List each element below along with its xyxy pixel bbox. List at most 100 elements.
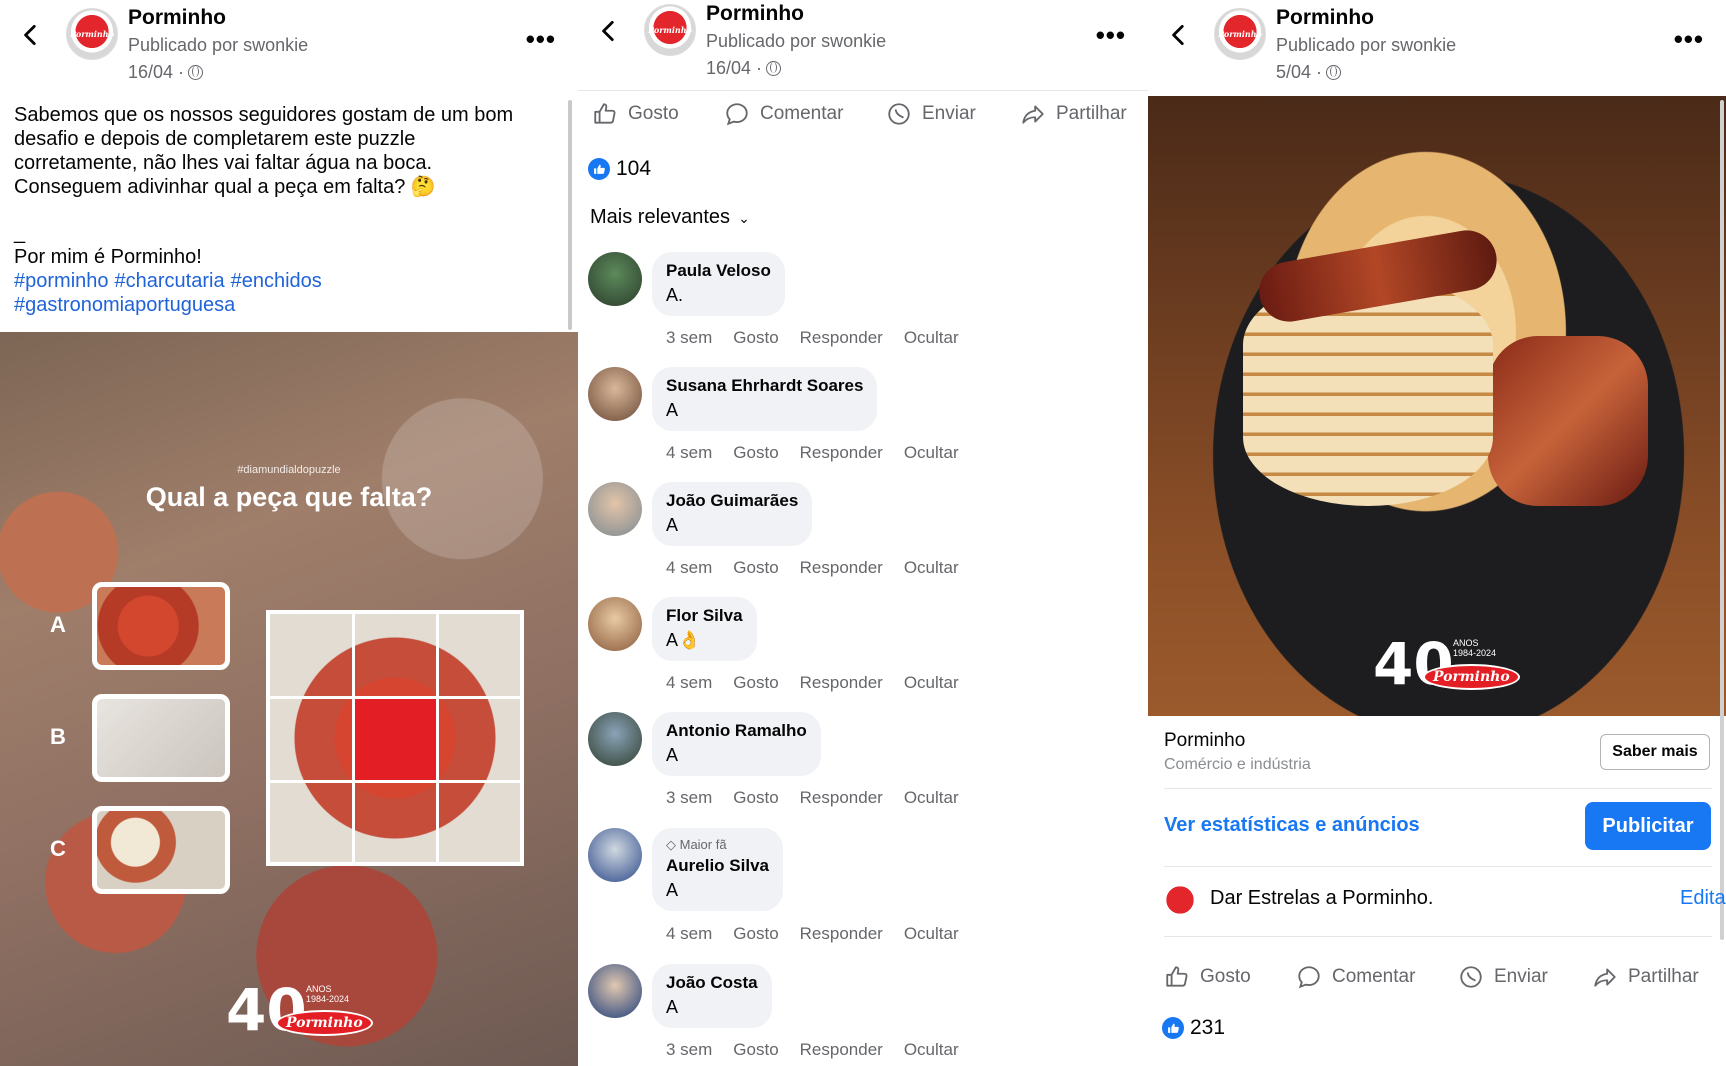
like-count[interactable]: 231 (1162, 1016, 1225, 1040)
share-button[interactable]: Partilhar (1020, 101, 1127, 127)
comment-reply-button[interactable]: Responder (800, 328, 883, 348)
comment-like-button[interactable]: Gosto (733, 788, 778, 808)
comment-like-button[interactable]: Gosto (733, 924, 778, 944)
comment-author[interactable]: João Costa (666, 973, 758, 993)
comment-hide-button[interactable]: Ocultar (904, 924, 959, 944)
comment-like-button[interactable]: Gosto (733, 443, 778, 463)
comment-meta: 3 sem Gosto Responder Ocultar (666, 788, 959, 808)
comment-hide-button[interactable]: Ocultar (904, 1040, 959, 1060)
page-name[interactable]: Porminho (1276, 6, 1374, 30)
page-name[interactable]: Porminho (706, 2, 804, 26)
comment-author[interactable]: Antonio Ramalho (666, 721, 807, 741)
page-avatar[interactable]: Porminho (1214, 8, 1266, 60)
comment-like-button[interactable]: Gosto (733, 558, 778, 578)
comment-meta: 4 sem Gosto Responder Ocultar (666, 443, 959, 463)
send-button[interactable]: Enviar (886, 101, 1020, 127)
comment-like-button[interactable]: Gosto (733, 673, 778, 693)
more-options-icon[interactable]: ••• (1096, 20, 1126, 51)
comment-time: 4 sem (666, 443, 713, 462)
hashtag-link[interactable]: #gastronomiaportuguesa (14, 294, 235, 316)
comment-hide-button[interactable]: Ocultar (904, 558, 959, 578)
post-image-pancakes[interactable]: 40 ANOS 1984-2024 Porminho (1148, 96, 1726, 716)
avatar[interactable] (588, 964, 642, 1018)
comment-author[interactable]: Aurelio Silva (666, 856, 769, 876)
comment-reply-button[interactable]: Responder (800, 673, 883, 693)
hashtag-link[interactable]: #charcutaria (115, 270, 225, 292)
comment-reply-button[interactable]: Responder (800, 443, 883, 463)
avatar[interactable] (588, 597, 642, 651)
published-by: Publicado por swonkie (128, 35, 309, 55)
page-avatar[interactable]: Porminho (66, 8, 118, 60)
globe-icon (188, 65, 204, 80)
comment-meta: 3 sem Gosto Responder Ocultar (666, 1040, 959, 1060)
puzzle-piece-b (92, 694, 230, 782)
post-caption: Sabemos que os nossos seguidores gostam … (14, 103, 559, 317)
comment-hide-button[interactable]: Ocultar (904, 788, 959, 808)
comment-button[interactable]: Comentar (1296, 964, 1458, 990)
avatar[interactable] (588, 712, 642, 766)
send-button[interactable]: Enviar (1458, 964, 1592, 990)
ad-page-name[interactable]: Porminho (1164, 730, 1245, 752)
avatar[interactable] (588, 828, 642, 882)
view-insights-link[interactable]: Ver estatísticas e anúncios (1164, 814, 1420, 837)
avatar[interactable] (588, 252, 642, 306)
comment-reply-button[interactable]: Responder (800, 1040, 883, 1060)
comment-time: 3 sem (666, 788, 713, 807)
comment-time: 4 sem (666, 673, 713, 692)
share-icon (1020, 101, 1046, 127)
thumbs-up-icon (592, 101, 618, 127)
comment-hide-button[interactable]: Ocultar (904, 443, 959, 463)
image-hashtag: #diamundialdopuzzle (237, 464, 341, 476)
page-avatar[interactable]: Porminho (644, 4, 696, 56)
comment-hide-button[interactable]: Ocultar (904, 328, 959, 348)
like-count[interactable]: 104 (588, 157, 651, 181)
comment-reply-button[interactable]: Responder (800, 924, 883, 944)
avatar[interactable] (588, 367, 642, 421)
comment-time: 3 sem (666, 328, 713, 347)
like-button[interactable]: Gosto (1164, 964, 1296, 990)
post-header: Porminho Porminho Publicado por swonkie … (0, 0, 578, 92)
edit-link[interactable]: Editar (1680, 887, 1726, 910)
post-header: Porminho Porminho Publicado por swonkie … (578, 0, 1148, 88)
page-name[interactable]: Porminho (128, 6, 226, 30)
scrollbar[interactable] (1720, 100, 1724, 940)
post-image-puzzle[interactable]: #diamundialdopuzzle Qual a peça que falt… (0, 332, 578, 1066)
comment-time: 3 sem (666, 1040, 713, 1059)
comment-author[interactable]: Paula Veloso (666, 261, 771, 281)
comment-like-button[interactable]: Gosto (733, 1040, 778, 1060)
comment-hide-button[interactable]: Ocultar (904, 673, 959, 693)
avatar[interactable] (588, 482, 642, 536)
comment-bubble: ◇ Maior fã Aurelio Silva A (652, 828, 783, 911)
back-arrow-icon[interactable] (1166, 22, 1192, 48)
boost-post-button[interactable]: Publicitar (1585, 802, 1711, 850)
hashtag-link[interactable]: #porminho (14, 270, 109, 292)
comment-author[interactable]: Flor Silva (666, 606, 743, 626)
post-date: 16/04 · (706, 58, 782, 79)
back-arrow-icon[interactable] (18, 22, 44, 48)
published-by: Publicado por swonkie (1276, 35, 1457, 55)
scrollbar[interactable] (568, 100, 572, 330)
comment-reply-button[interactable]: Responder (800, 788, 883, 808)
comment-author[interactable]: Susana Ehrhardt Soares (666, 376, 863, 396)
back-arrow-icon[interactable] (596, 18, 622, 44)
comment-bubble: Antonio Ramalho A (652, 712, 821, 776)
hashtag-link[interactable]: #enchidos (231, 270, 322, 292)
globe-icon (1326, 65, 1342, 80)
like-button[interactable]: Gosto (592, 101, 724, 127)
published-by: Publicado por swonkie (706, 31, 887, 51)
comment-meta: 4 sem Gosto Responder Ocultar (666, 924, 959, 944)
share-button[interactable]: Partilhar (1592, 964, 1699, 990)
comment-button[interactable]: Comentar (724, 101, 886, 127)
sort-comments-dropdown[interactable]: Mais relevantes ⌄ (590, 206, 750, 229)
comment-reply-button[interactable]: Responder (800, 558, 883, 578)
comment-like-button[interactable]: Gosto (733, 328, 778, 348)
learn-more-button[interactable]: Saber mais (1600, 734, 1710, 770)
comment-bubble: Flor Silva A👌 (652, 597, 757, 661)
more-options-icon[interactable]: ••• (526, 24, 556, 55)
post-panel-2: Porminho Porminho Publicado por swonkie … (578, 0, 1148, 1066)
more-options-icon[interactable]: ••• (1674, 24, 1704, 55)
like-reaction-icon (1162, 1017, 1184, 1039)
post-date: 16/04 · (128, 62, 204, 83)
ad-cta-bar: Porminho Comércio e indústria Saber mais (1148, 716, 1726, 786)
comment-author[interactable]: João Guimarães (666, 491, 798, 511)
